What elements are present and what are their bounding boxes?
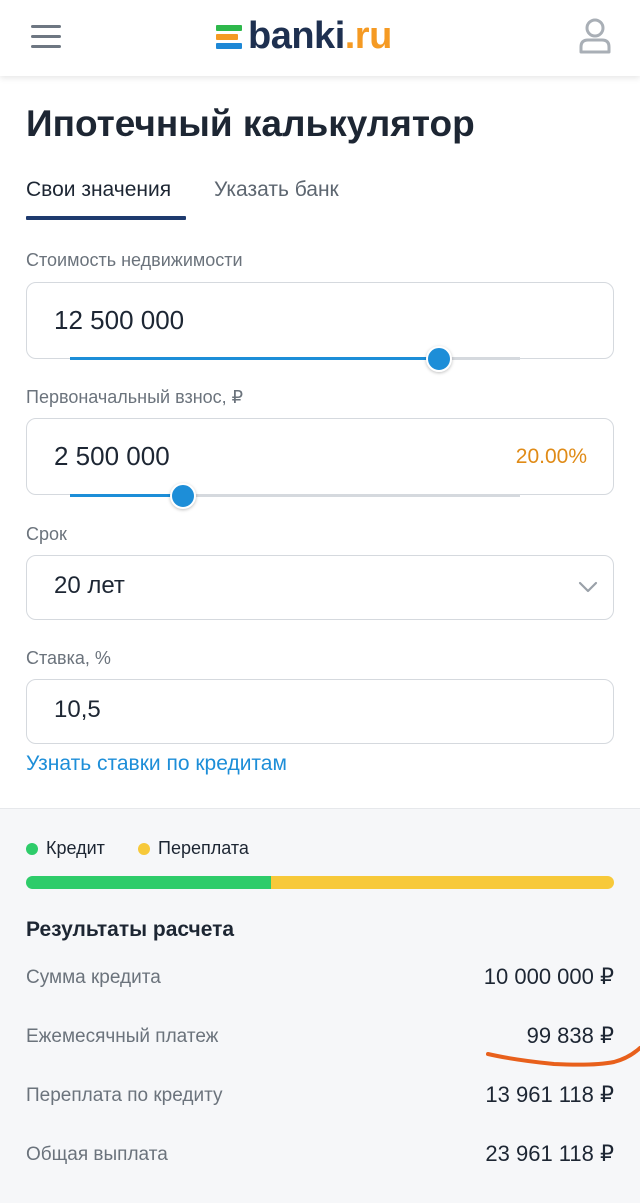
down-payment-label: Первоначальный взнос, ₽ [26,387,244,407]
rate-label: Ставка, % [26,648,111,668]
overpayment-bar-segment [271,876,614,889]
rate-value[interactable]: 10,5 [54,696,101,724]
underline-annotation [486,1046,640,1067]
property-cost-value[interactable]: 12 500 000 [54,305,184,336]
result-row-value: 13 961 118 ₽ [485,1082,614,1107]
legend-overpayment-label: Переплата [158,838,249,858]
term-select[interactable]: 20 лет [26,555,614,620]
result-row-label: Общая выплата [26,1144,168,1165]
overpayment-dot-icon [138,842,150,855]
active-tab-indicator [26,216,186,220]
legend-overpayment: Переплата [138,838,249,859]
credit-dot-icon [26,842,38,855]
payment-breakdown-bar [26,876,614,889]
tab-own-values[interactable]: Свои значения [26,178,171,202]
rates-link[interactable]: Узнать ставки по кредитам [26,752,287,776]
app-header: banki.ru [0,0,640,76]
page-title: Ипотечный калькулятор [26,103,475,144]
property-cost-field[interactable]: 12 500 000 [26,282,614,359]
user-icon[interactable] [578,18,612,54]
result-row-label: Сумма кредита [26,967,161,988]
down-payment-slider-fill [70,494,183,497]
legend-credit: Кредит [26,838,105,859]
down-payment-percent: 20.00% [515,445,587,468]
result-row-value: 23 961 118 ₽ [485,1141,614,1166]
rate-field[interactable]: 10,5 [26,679,614,744]
term-value: 20 лет [54,572,125,599]
down-payment-slider-thumb[interactable] [169,483,196,509]
results-title: Результаты расчета [26,918,235,941]
logo-mark-icon [216,21,246,51]
property-cost-slider-fill [70,357,439,360]
result-row-label: Ежемесячный платеж [26,1026,219,1047]
credit-bar-segment [26,876,272,889]
property-cost-slider-thumb[interactable] [426,346,452,372]
property-cost-label: Стоимость недвижимости [26,250,243,270]
tab-choose-bank[interactable]: Указать банк [214,178,339,202]
down-payment-value[interactable]: 2 500 000 [54,441,170,472]
logo-text: banki.ru [248,14,392,57]
result-row-label: Переплата по кредиту [26,1085,223,1106]
term-label: Срок [26,524,67,544]
chevron-down-icon [578,581,598,593]
result-row-value: 10 000 000 ₽ [483,964,614,989]
legend-credit-label: Кредит [46,838,105,858]
banki-logo[interactable]: banki.ru [216,14,392,58]
down-payment-field[interactable]: 2 500 000 20.00% [26,418,614,495]
menu-icon[interactable] [31,25,61,49]
